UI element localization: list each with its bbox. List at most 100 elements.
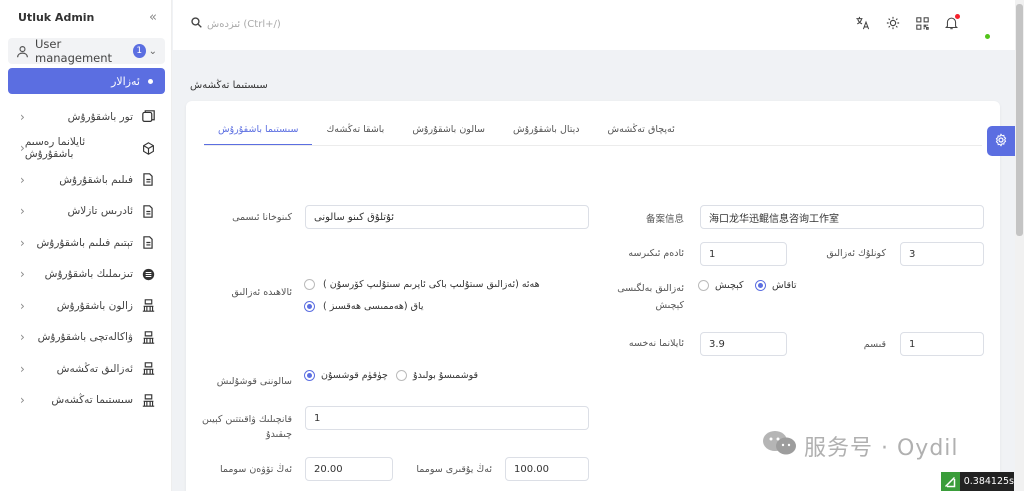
leaf-icon [941, 472, 960, 491]
chevron-right-icon: › [20, 109, 25, 124]
performance-time: 0.384125s [963, 476, 1014, 487]
sidebar-item-members[interactable]: ئەزالار [8, 68, 165, 94]
sidebar-item-content: سىستىما تەڭشەش [51, 393, 155, 407]
radio-icon [698, 280, 709, 291]
radio-label: ھەئە (ئەزالىق سىتۇلىپ باكى ئاپرىم سىتۇلى… [323, 279, 540, 290]
special-option-no[interactable]: ياق (ھەممىسى ھەقسىز ) [304, 301, 424, 312]
page-title: سىستىما تەڭشەش [190, 80, 268, 91]
chevron-right-icon: › [20, 393, 25, 408]
tab-hall-management[interactable]: سالون باشقۇرۇش [398, 118, 499, 146]
sidebar-item-content: ئادرىس تازلاش [67, 204, 155, 218]
vip-option-close[interactable]: تاقاش [755, 280, 797, 291]
sidebar-item-content: ۋاكالەتچى باشقۇرۇش [38, 330, 155, 344]
radio-icon [304, 301, 315, 312]
sidebar-item-label: User management [35, 37, 113, 65]
sidebar-item[interactable]: زالون باشقۇرۇش › [0, 290, 171, 322]
sidebar-item[interactable]: تور باشقۇرۇش › [0, 101, 171, 133]
sidebar-item[interactable]: ۋاكالەتچى باشقۇرۇش › [0, 322, 171, 354]
member-count-input[interactable]: 3 [900, 242, 984, 266]
radio-icon [396, 370, 407, 381]
tab-bar: سىستىما باشقۇرۇش باشقا تەڭشەك سالون باشق… [204, 118, 689, 146]
sidebar-item-label: ئادرىس تازلاش [67, 205, 133, 218]
sidebar-item-content: ئەزالىق تەڭشەش [57, 362, 155, 376]
tab-detail-management[interactable]: دېتال باشقۇرۇش [499, 118, 594, 146]
max-amount-label: ئەڭ يۇقىرى سومما [416, 464, 492, 475]
search-icon [191, 17, 202, 31]
building-icon [141, 299, 155, 313]
settings-gear-button[interactable] [987, 126, 1015, 156]
sidebar-item-label: تېتىم فىلىم باشقۇرۇش [36, 236, 133, 249]
cinema-name-input[interactable]: ئۇتلۇق كىنو سالونى [305, 205, 589, 229]
min-amount-input[interactable]: 20.00 [305, 457, 393, 481]
count-badge: 1 [132, 44, 146, 58]
sidebar-item[interactable]: تېتىم فىلىم باشقۇرۇش › [0, 227, 171, 259]
breadcrumb: سىستىما تەڭشەش [173, 50, 1024, 100]
vip-mark-label: ئەزالىق بەلگىسى كېچىش [617, 283, 684, 311]
sidebar-item[interactable]: ئايلانما رەسىم باشقۇرۇش › [0, 133, 171, 165]
online-status-dot [985, 34, 990, 39]
tab-other-settings[interactable]: باشقا تەڭشەك [312, 118, 398, 146]
tab-system-management[interactable]: سىستىما باشقۇرۇش [204, 118, 313, 146]
radio-label: چۈقۈم قوشسۇن [321, 370, 388, 381]
building-icon [141, 362, 155, 376]
scrollbar[interactable] [1015, 0, 1024, 491]
radio-label: كېچىش [715, 280, 744, 291]
sidebar-item[interactable]: فىلىم باشقۇرۇش › [0, 164, 171, 196]
chevron-down-icon: ⌄ [148, 45, 157, 57]
sidebar-item-label: فىلىم باشقۇرۇش [59, 173, 133, 186]
scrollbar-thumb[interactable] [1016, 4, 1023, 236]
hall-add-label: سالوننى قوشۇلىش [216, 376, 292, 387]
member-count-label: كونلۇك ئەزالىق [826, 248, 886, 259]
grid-icon[interactable] [916, 16, 929, 30]
search-placeholder: ئىزدەش (Ctrl+/) [207, 18, 281, 30]
tab-divider [204, 145, 982, 146]
list-icon [141, 267, 155, 281]
special-option-yes[interactable]: ھەئە (ئەزالىق سىتۇلىپ باكى ئاپرىم سىتۇلى… [304, 279, 540, 290]
seat-release-input[interactable]: 1 [305, 406, 589, 430]
part-label: قىسم [863, 339, 886, 350]
chevron-right-icon: › [20, 204, 25, 219]
part-input[interactable]: 1 [900, 332, 984, 356]
building-icon [141, 330, 155, 344]
sidebar-item-label: ئەزالىق تەڭشەش [56, 362, 133, 375]
rotation-input[interactable]: 3.9 [700, 332, 787, 356]
sidebar-item-content: تېتىم فىلىم باشقۇرۇش [36, 236, 155, 250]
watermark: 服务号 · Oydil [762, 430, 959, 462]
chevron-right-icon: › [20, 361, 25, 376]
gear-icon [994, 132, 1008, 150]
wechat-icon [762, 430, 798, 462]
theme-sun-icon[interactable] [886, 16, 900, 30]
radio-label: تاقاش [772, 280, 797, 291]
sidebar-item[interactable]: سىستىما تەڭشەش › [0, 385, 171, 417]
sidebar-item[interactable]: ئادرىس تازلاش › [0, 196, 171, 228]
chevron-right-icon: › [20, 235, 25, 250]
watermark-text: 服务号 · Oydil [804, 436, 959, 461]
sidebar-item[interactable]: ئەزالىق تەڭشەش › [0, 353, 171, 385]
sidebar-item-content: زالون باشقۇرۇش [57, 299, 155, 313]
search-input[interactable]: ئىزدەش (Ctrl+/) [191, 17, 281, 31]
people-count-input[interactable]: 1 [700, 242, 787, 266]
chevron-right-icon: › [20, 298, 25, 313]
building-icon [141, 393, 155, 407]
max-amount-input[interactable]: 100.00 [505, 457, 589, 481]
sidebar-item-label: ئەزالار [111, 74, 140, 88]
tab-app-settings[interactable]: ئەپچاق تەڭشەش [594, 118, 689, 146]
cube-icon [141, 141, 155, 155]
translate-icon[interactable] [855, 16, 870, 30]
sidebar-header: Utluk Admin « [0, 0, 171, 34]
sidebar: Utluk Admin « User management 1 ⌄ ئەزالا… [0, 0, 172, 491]
toolbar-icons [855, 14, 960, 30]
icp-label: 备案信息 [645, 214, 684, 225]
hall-option-required[interactable]: چۈقۈم قوشسۇن [304, 370, 388, 381]
sidebar-item-user-management[interactable]: User management 1 ⌄ [8, 37, 165, 65]
sidebar-menu: تور باشقۇرۇش › ئايلانما رەسىم باشقۇرۇش › فىل… [0, 101, 171, 416]
collapse-icon[interactable]: « [149, 10, 157, 25]
icp-input[interactable]: 海口龙华迅鲲信息咨询工作室 [700, 205, 984, 229]
bell-icon[interactable] [945, 14, 960, 30]
vip-option-open[interactable]: كېچىش [698, 280, 744, 291]
document-icon [141, 236, 155, 250]
performance-badge: 0.384125s [941, 472, 1014, 491]
hall-option-optional[interactable]: قوشمىسۇ بولىدۇ [396, 370, 478, 381]
rotation-label: ئايلانما نەخسە [628, 338, 684, 349]
sidebar-item[interactable]: تىزىملىك باشقۇرۇش › [0, 259, 171, 291]
